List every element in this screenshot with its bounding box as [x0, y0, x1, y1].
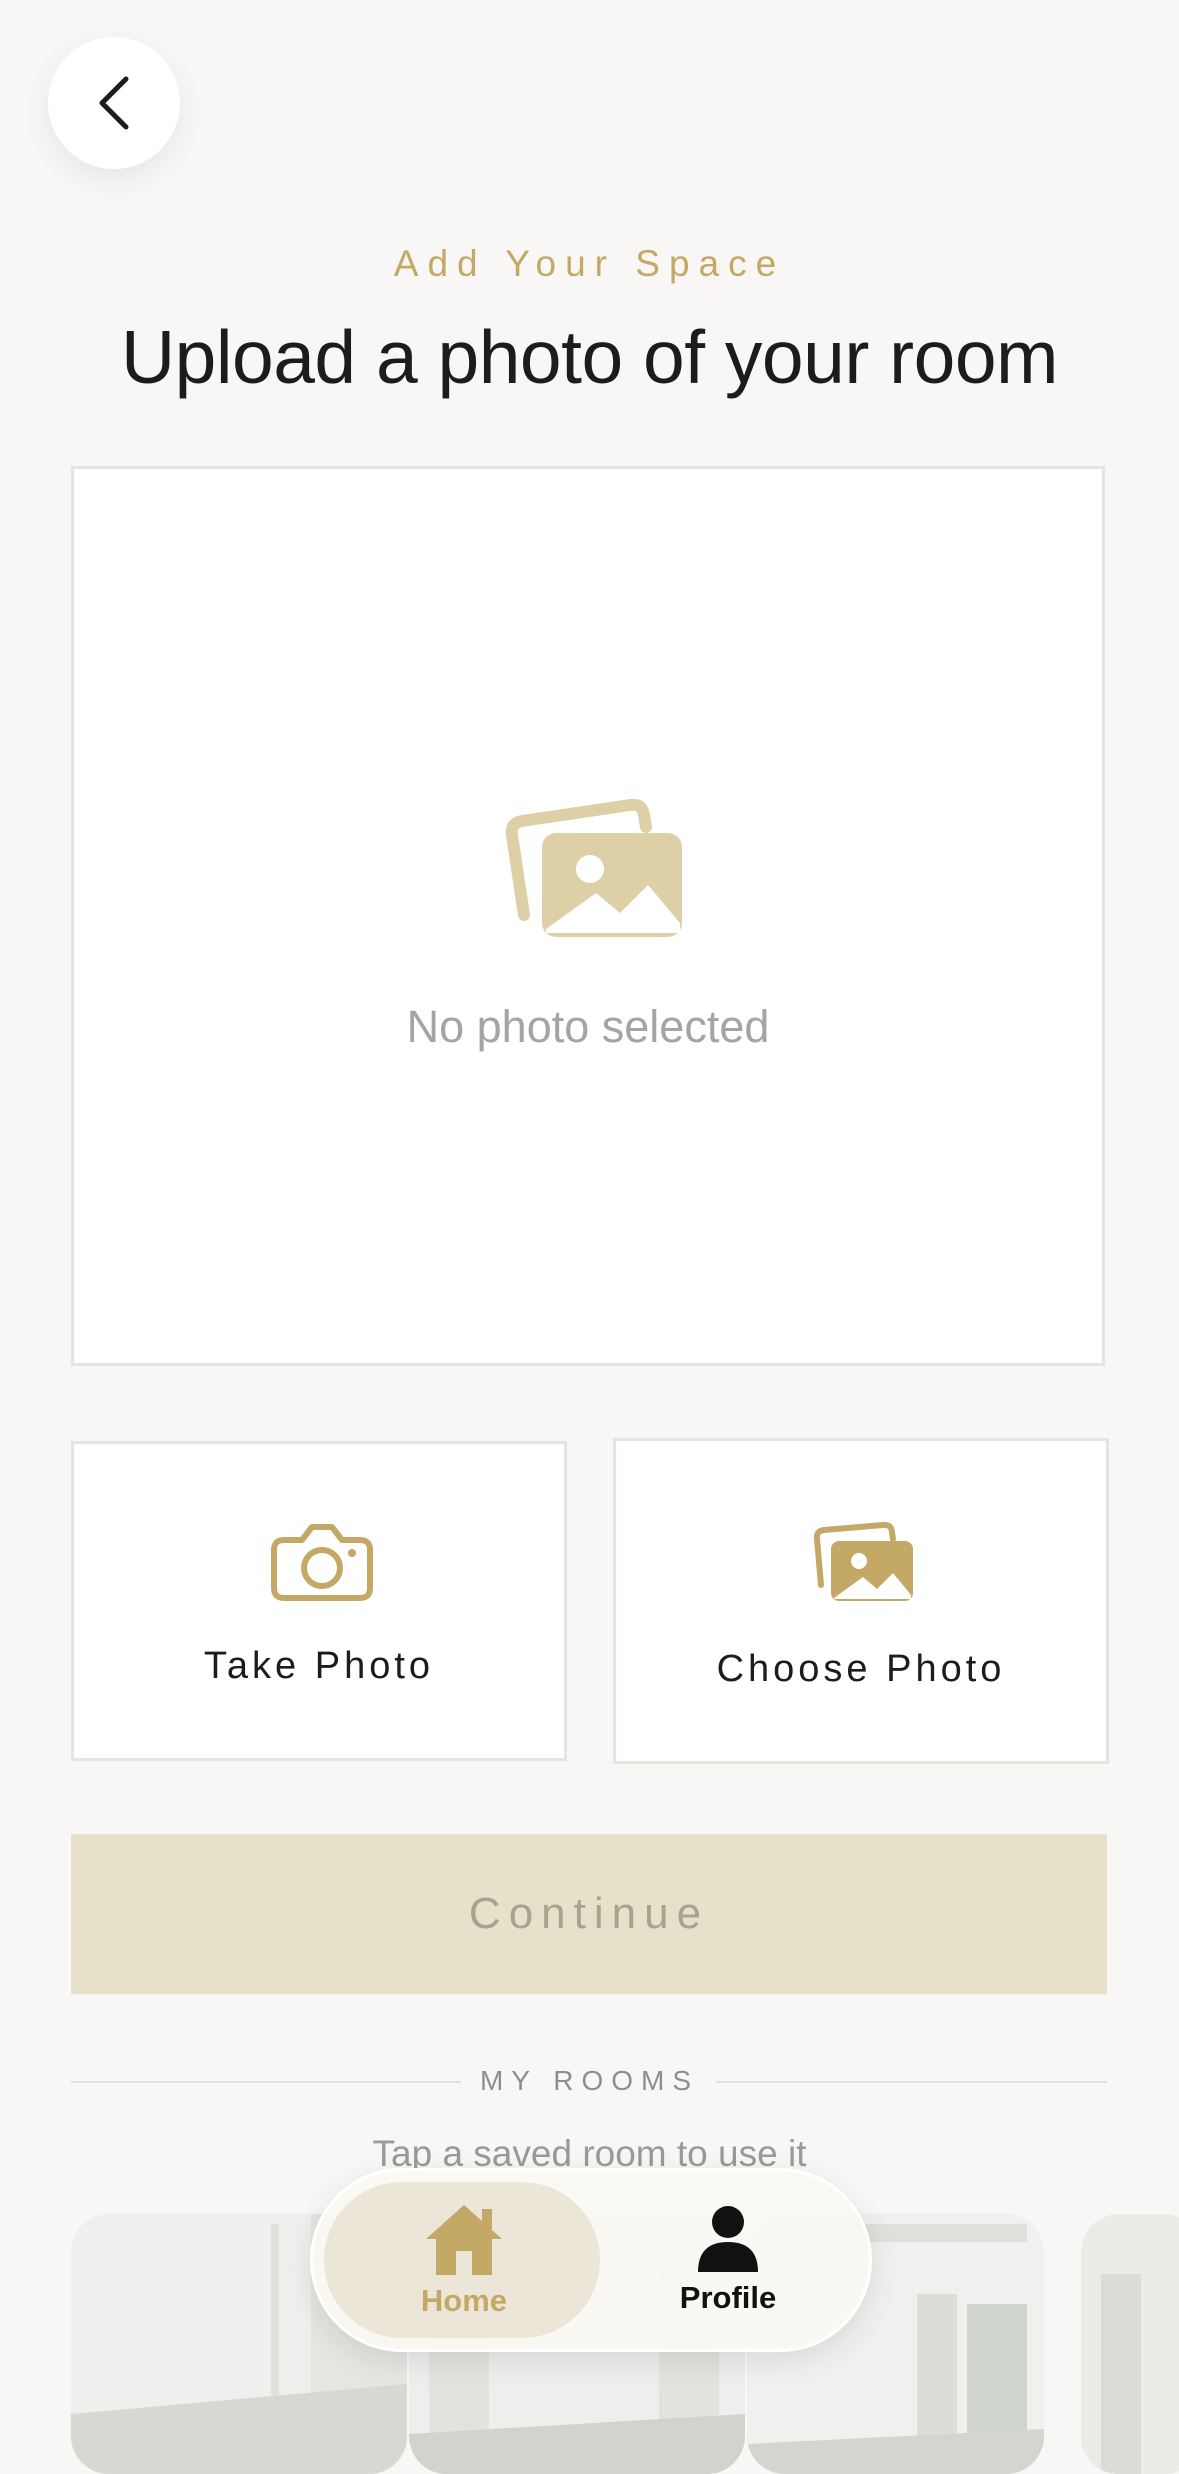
continue-button[interactable]: Continue — [71, 1834, 1107, 1994]
saved-room-card[interactable] — [1081, 2214, 1179, 2474]
photos-icon — [505, 798, 682, 937]
tab-profile[interactable]: Profile — [598, 2168, 858, 2352]
camera-icon — [271, 1524, 373, 1601]
my-rooms-heading: MY ROOMS — [479, 2065, 700, 2096]
section-eyebrow: Add Your Space — [393, 243, 786, 284]
tab-profile-label: Profile — [679, 2280, 777, 2315]
tab-home-label: Home — [420, 2283, 508, 2318]
choose-photo-button[interactable]: Choose Photo — [613, 1438, 1109, 1764]
choose-photo-label: Choose Photo — [716, 1648, 1006, 1690]
person-icon — [698, 2206, 758, 2272]
home-icon — [426, 2205, 502, 2275]
room-photo — [1081, 2214, 1179, 2474]
chevron-left-icon — [99, 76, 129, 130]
back-button[interactable] — [48, 37, 180, 169]
tab-bar: Home Profile — [310, 2168, 872, 2352]
take-photo-label: Take Photo — [203, 1645, 435, 1687]
page-title: Upload a photo of your room — [120, 315, 1059, 399]
empty-state-text: No photo selected — [406, 1001, 770, 1052]
tab-home[interactable]: Home — [334, 2168, 594, 2352]
photo-preview-area[interactable]: No photo selected — [71, 466, 1105, 1366]
take-photo-button[interactable]: Take Photo — [71, 1441, 567, 1761]
photos-icon — [813, 1521, 913, 1601]
